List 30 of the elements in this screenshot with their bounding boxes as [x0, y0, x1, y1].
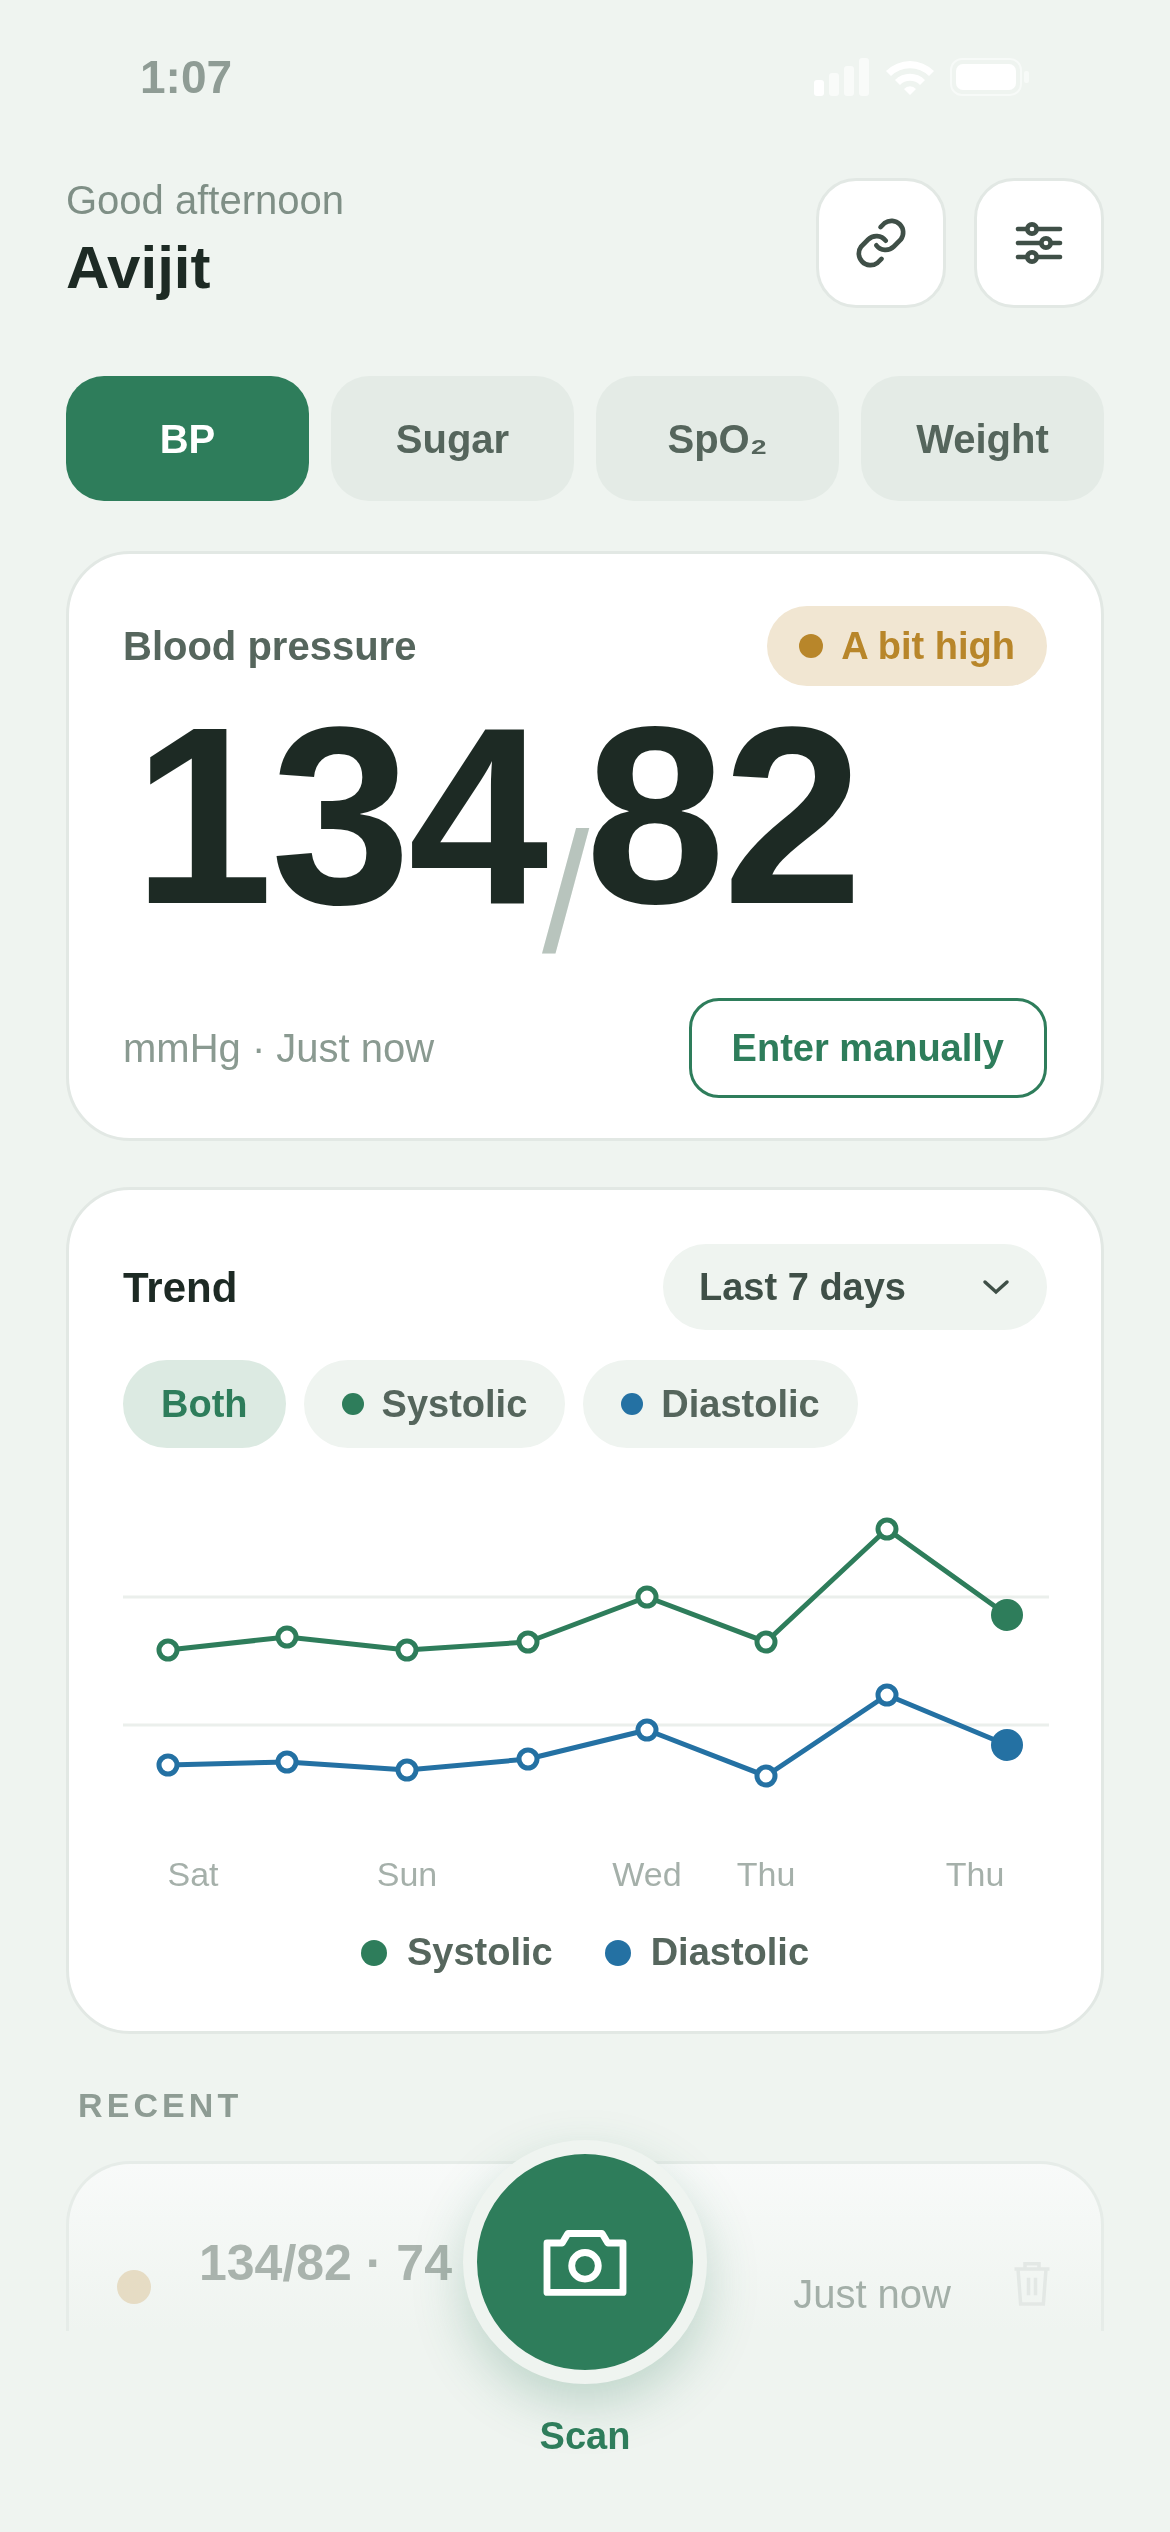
- greeting-text: Good afternoon: [66, 177, 344, 224]
- scan-label: Scan: [539, 2414, 631, 2459]
- metric-tab[interactable]: BP: [66, 376, 309, 501]
- link-button[interactable]: [816, 178, 946, 308]
- recent-reading-time: Just now: [793, 2271, 951, 2318]
- series-filter-chip[interactable]: Both: [123, 1360, 286, 1448]
- x-axis-label: Sat: [167, 1855, 219, 1893]
- legend-label: Diastolic: [650, 1930, 810, 1975]
- x-axis-label: Thu: [945, 1855, 1005, 1893]
- reading-meta: mmHg · Just now: [123, 1025, 435, 1072]
- trend-title: Trend: [123, 1262, 238, 1313]
- series-filter-chip[interactable]: Systolic: [303, 1360, 566, 1448]
- enter-manually-button[interactable]: Enter manually: [688, 998, 1047, 1098]
- card-title: Blood pressure: [123, 623, 417, 670]
- chevron-down-icon: [981, 1277, 1011, 1297]
- x-axis-label: Thu: [736, 1855, 796, 1893]
- x-axis-label: Sun: [376, 1855, 438, 1893]
- metric-tab[interactable]: SpO₂: [596, 376, 839, 501]
- range-dropdown[interactable]: Last 7 days: [663, 1244, 1047, 1330]
- user-name: Avijit: [66, 233, 212, 303]
- section-heading: RECENT: [78, 2085, 244, 2126]
- legend-label: Systolic: [406, 1930, 553, 1975]
- metric-tab[interactable]: Weight: [861, 376, 1104, 501]
- recent-reading-value: 134/82 · 74: [199, 2234, 452, 2293]
- metric-tab[interactable]: Sugar: [331, 376, 574, 501]
- settings-button[interactable]: [974, 178, 1104, 308]
- badge-label: A bit high: [841, 623, 1015, 669]
- series-filter-chip[interactable]: Diastolic: [583, 1360, 858, 1448]
- x-axis-label: Wed: [612, 1855, 682, 1893]
- status-time: 1:07: [140, 49, 233, 105]
